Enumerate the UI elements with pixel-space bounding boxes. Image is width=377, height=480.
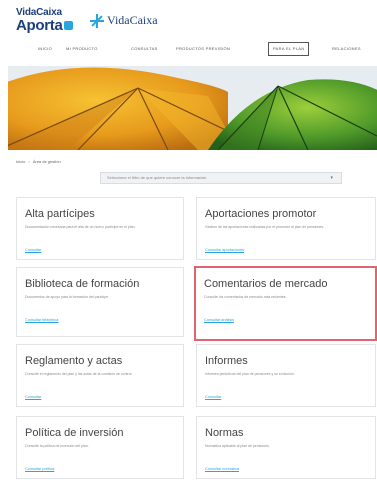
card-normas[interactable]: Normas Normativa aplicable al plan de pe… <box>196 416 376 479</box>
card-title: Política de inversión <box>25 427 124 439</box>
site-header: VidaCaixa Aporta VidaCaixa INICIO MI PRO… <box>0 0 377 64</box>
card-link[interactable]: Consultar <box>205 395 221 399</box>
card-description: Gestión de las aportaciones realizadas p… <box>205 225 325 229</box>
card-alta-participes[interactable]: Alta partícipes Documentación necesaria … <box>16 197 184 260</box>
card-aportaciones-promotor[interactable]: Aportaciones promotor Gestión de las apo… <box>196 197 376 260</box>
card-link[interactable]: Consultar análisis <box>204 318 234 322</box>
filter-select[interactable]: Seleccione el filtro de que quiere conoc… <box>100 172 342 184</box>
card-biblioteca-formacion[interactable]: Biblioteca de formación Documentos de ap… <box>16 267 184 337</box>
chevron-down-icon[interactable]: ▾ <box>330 173 333 183</box>
card-reglamento-actas[interactable]: Reglamento y actas Consulte el reglament… <box>16 344 184 407</box>
card-description: Informes periódicos del plan de pensione… <box>205 372 295 376</box>
nav-item-consultas[interactable]: CONSULTAS <box>131 42 158 56</box>
card-link[interactable]: Consultar aportaciones <box>205 248 244 252</box>
card-description: Consulte la política de inversión del pl… <box>25 444 89 448</box>
card-comentarios-mercado[interactable]: Comentarios de mercado Consulte los come… <box>194 266 377 341</box>
breadcrumb-current: Área de gestión <box>32 159 61 164</box>
card-title: Aportaciones promotor <box>205 208 317 220</box>
hero-banner <box>8 66 377 150</box>
nav-item-inicio[interactable]: INICIO <box>38 42 52 56</box>
brand-line-2: Aporta <box>16 17 63 34</box>
card-link[interactable]: Consultar <box>25 395 41 399</box>
nav-item-relaciones[interactable]: RELACIONES <box>332 42 361 56</box>
card-politica-inversion[interactable]: Política de inversión Consulte la políti… <box>16 416 184 479</box>
card-description: Normativa aplicable al plan de pensiones… <box>205 444 270 448</box>
nav-item-para-el-plan[interactable]: PARA EL PLAN <box>268 42 310 56</box>
breadcrumb: Inicio › Área de gestión <box>16 159 61 164</box>
filter-select-placeholder: Seleccione el filtro de que quiere conoc… <box>107 175 207 180</box>
breadcrumb-home[interactable]: Inicio <box>16 159 25 164</box>
card-title: Normas <box>205 427 244 439</box>
card-title: Alta partícipes <box>25 208 95 220</box>
card-description: Documentación necesaria para el alta de … <box>25 225 136 229</box>
card-link[interactable]: Consultar política <box>25 467 54 471</box>
star-icon <box>90 13 104 28</box>
brand-dot-icon <box>63 21 73 30</box>
card-title: Informes <box>205 355 248 367</box>
card-description: Documentos de apoyo para la formación de… <box>25 295 110 299</box>
card-link[interactable]: Consultar biblioteca <box>25 318 58 322</box>
nav-item-mi-producto[interactable]: MI PRODUCTO <box>66 42 98 56</box>
card-description: Consulte el reglamento del plan y las ac… <box>25 372 133 376</box>
main-nav: INICIO MI PRODUCTO CONSULTAS PRODUCTOS P… <box>26 42 377 56</box>
card-title: Comentarios de mercado <box>204 278 328 290</box>
nav-item-productos-prevision[interactable]: PRODUCTOS PREVISIÓN <box>176 42 230 56</box>
umbrellas-image <box>8 66 377 150</box>
card-informes[interactable]: Informes Informes periódicos del plan de… <box>196 344 376 407</box>
brand-logo[interactable]: VidaCaixa Aporta <box>16 8 73 33</box>
card-title: Reglamento y actas <box>25 355 123 367</box>
card-link[interactable]: Consultar <box>25 248 41 252</box>
partner-name: VidaCaixa <box>107 13 158 27</box>
card-description: Consulte los comentarios de mercado más … <box>204 295 287 299</box>
card-link[interactable]: Consultar normativa <box>205 467 239 471</box>
card-title: Biblioteca de formación <box>25 278 140 290</box>
partner-logo[interactable]: VidaCaixa <box>90 13 158 28</box>
